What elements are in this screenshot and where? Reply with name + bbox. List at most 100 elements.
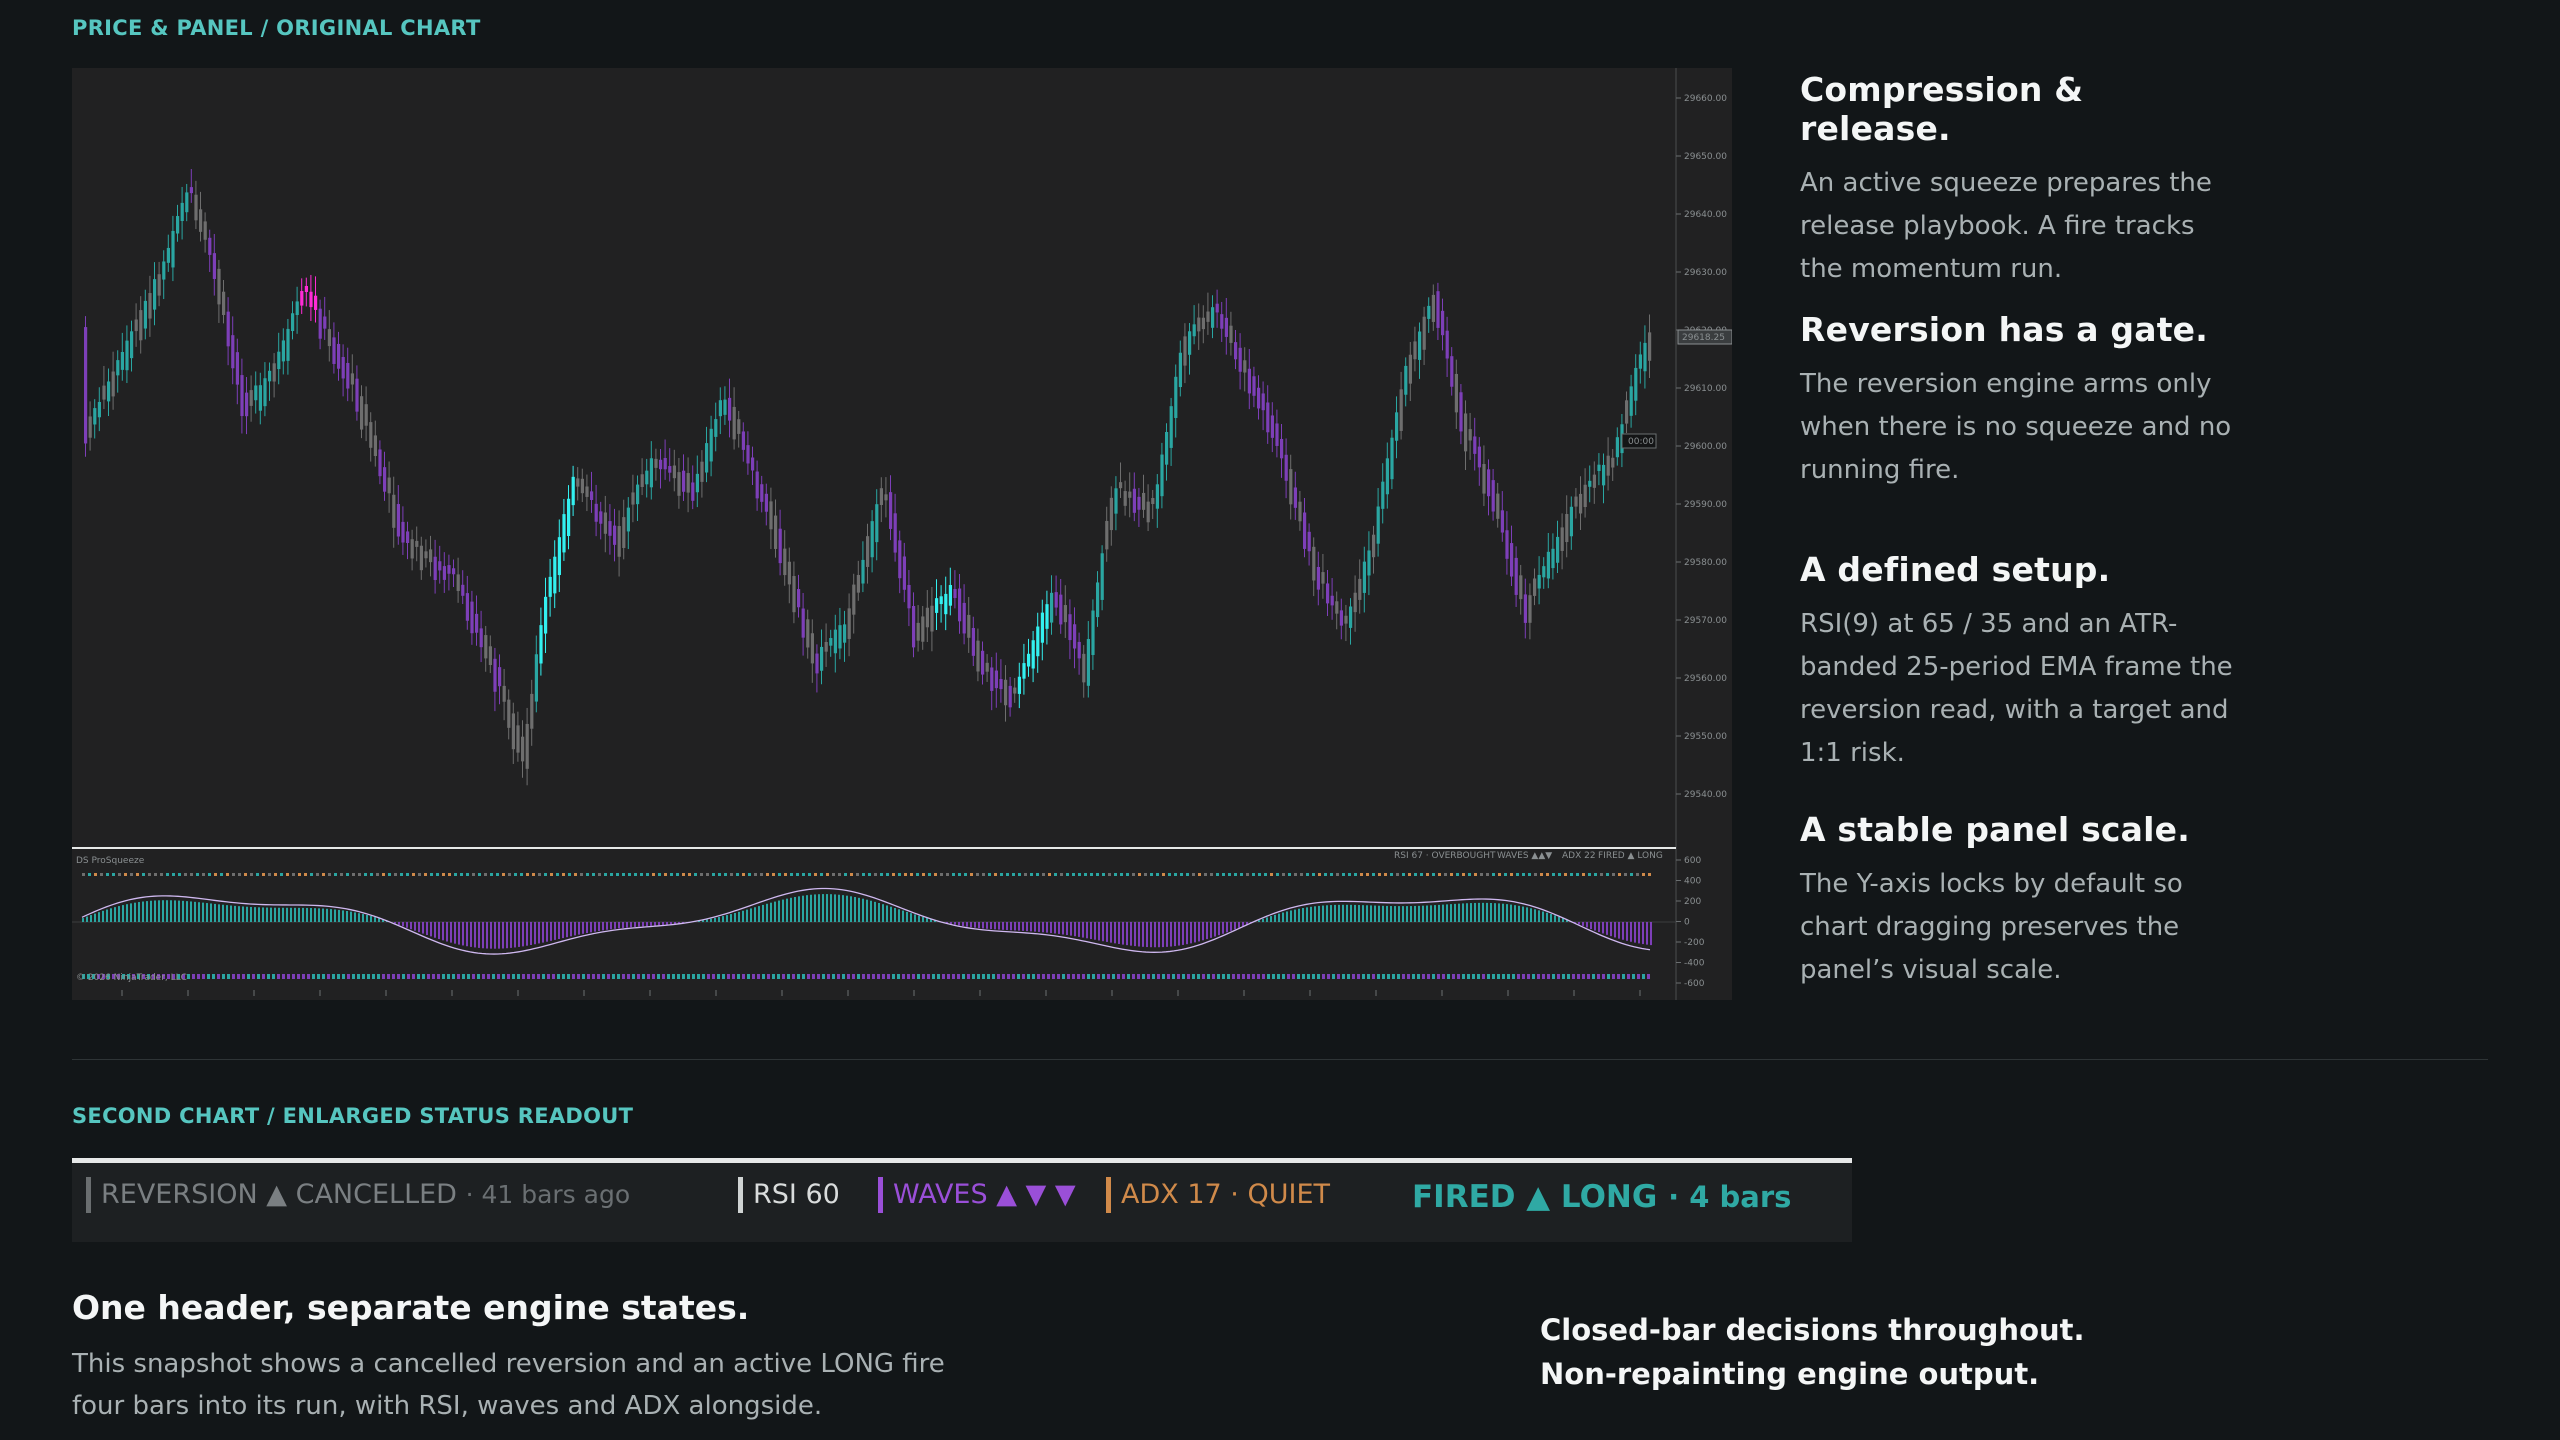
squeeze-dot: [970, 873, 973, 876]
state-strip: [597, 974, 600, 979]
squeeze-dot: [784, 873, 787, 876]
squeeze-dot: [1462, 873, 1465, 876]
state-strip: [892, 974, 895, 979]
squeeze-dot: [1222, 873, 1225, 876]
histogram-bar: [1142, 922, 1144, 947]
histogram-bar: [1550, 914, 1552, 922]
squeeze-dot: [682, 873, 685, 876]
feature-compression: Compression & release. An active squeeze…: [1800, 70, 2240, 291]
histogram-bar: [778, 900, 780, 922]
candle-body: [346, 362, 350, 389]
state-strip: [662, 974, 665, 979]
histogram-bar: [642, 922, 644, 927]
histogram-bar: [1478, 902, 1480, 922]
state-strip: [547, 974, 550, 979]
state-strip: [852, 974, 855, 979]
candle-body: [1487, 469, 1491, 497]
state-strip: [1507, 974, 1510, 979]
histogram-bar: [1010, 922, 1012, 931]
candle-body: [1335, 601, 1339, 614]
histogram-bar: [1118, 922, 1120, 944]
bottom-body: This snapshot shows a cancelled reversio…: [72, 1349, 945, 1421]
candle-body: [1086, 639, 1090, 686]
squeeze-dot: [238, 873, 241, 876]
histogram-bar: [142, 901, 144, 922]
state-strip: [1102, 974, 1105, 979]
candle-body: [631, 492, 635, 505]
histogram-bar: [562, 922, 564, 939]
histogram-bar: [502, 922, 504, 949]
squeeze-dot: [520, 873, 523, 876]
squeeze-dot: [1126, 873, 1129, 876]
candle-body: [332, 337, 336, 364]
candle-body: [153, 279, 157, 310]
candle-body: [97, 401, 101, 418]
candle-body: [318, 308, 322, 339]
histogram-bar: [618, 922, 620, 929]
state-strip: [1467, 974, 1470, 979]
price-chart[interactable]: 29660.0029650.0029640.0029630.0029620.00…: [72, 68, 1732, 1000]
candle-body: [1500, 510, 1504, 533]
candle-body: [1565, 514, 1569, 543]
histogram-bar: [470, 922, 472, 947]
histogram-bar: [774, 901, 776, 922]
histogram-bar: [666, 922, 668, 925]
histogram-bar: [842, 895, 844, 922]
candle-body: [1059, 594, 1063, 625]
histogram-bar: [982, 922, 984, 929]
candle-body: [493, 658, 497, 692]
histogram-bar: [1286, 911, 1288, 922]
state-strip: [947, 974, 950, 979]
histogram-bar: [1498, 903, 1500, 922]
histogram-bar: [882, 904, 884, 922]
histogram-bar: [94, 913, 96, 922]
histogram-bar: [398, 922, 400, 925]
candle-body: [608, 521, 612, 536]
candle-body: [1289, 469, 1293, 505]
histogram-bar: [274, 907, 276, 922]
squeeze-dot: [352, 873, 355, 876]
histogram-bar: [766, 903, 768, 922]
squeeze-dot: [958, 873, 961, 876]
histogram-bar: [634, 922, 636, 927]
squeeze-dot: [322, 873, 325, 876]
candle-body: [1183, 336, 1187, 366]
squeeze-dot: [544, 873, 547, 876]
candle-body: [1132, 488, 1136, 513]
histogram-bar: [1354, 904, 1356, 922]
state-strip: [1197, 974, 1200, 979]
state-strip: [1447, 974, 1450, 979]
chart-canvas[interactable]: 29660.0029650.0029640.0029630.0029620.00…: [72, 68, 1732, 1000]
state-strip: [902, 974, 905, 979]
candle-body: [447, 565, 451, 574]
state-strip: [882, 974, 885, 979]
squeeze-dot: [1012, 873, 1015, 876]
squeeze-dot: [1510, 873, 1513, 876]
histogram-bar: [898, 909, 900, 922]
squeeze-dot: [1048, 873, 1051, 876]
histogram-bar: [510, 922, 512, 948]
candle-body: [1376, 506, 1380, 544]
squeeze-dot: [160, 873, 163, 876]
candle-body: [985, 662, 989, 672]
candle-body: [406, 531, 410, 544]
candle-body: [1036, 626, 1040, 657]
histogram-bar: [782, 899, 784, 922]
histogram-bar: [162, 900, 164, 922]
histogram-bar: [1074, 922, 1076, 937]
panel-tick-label: 200: [1684, 897, 1701, 907]
histogram-bar: [1314, 906, 1316, 922]
state-strip: [912, 974, 915, 979]
state-strip: [247, 974, 250, 979]
histogram-bar: [918, 915, 920, 922]
histogram-bar: [1098, 922, 1100, 941]
candle-body: [502, 685, 506, 702]
histogram-bar: [582, 922, 584, 934]
state-strip: [1192, 974, 1195, 979]
candle-body: [1050, 592, 1054, 623]
histogram-bar: [474, 922, 476, 948]
histogram-bar: [1234, 922, 1236, 930]
candle-body: [567, 498, 571, 537]
squeeze-dot: [1102, 873, 1105, 876]
state-strip: [1597, 974, 1600, 979]
